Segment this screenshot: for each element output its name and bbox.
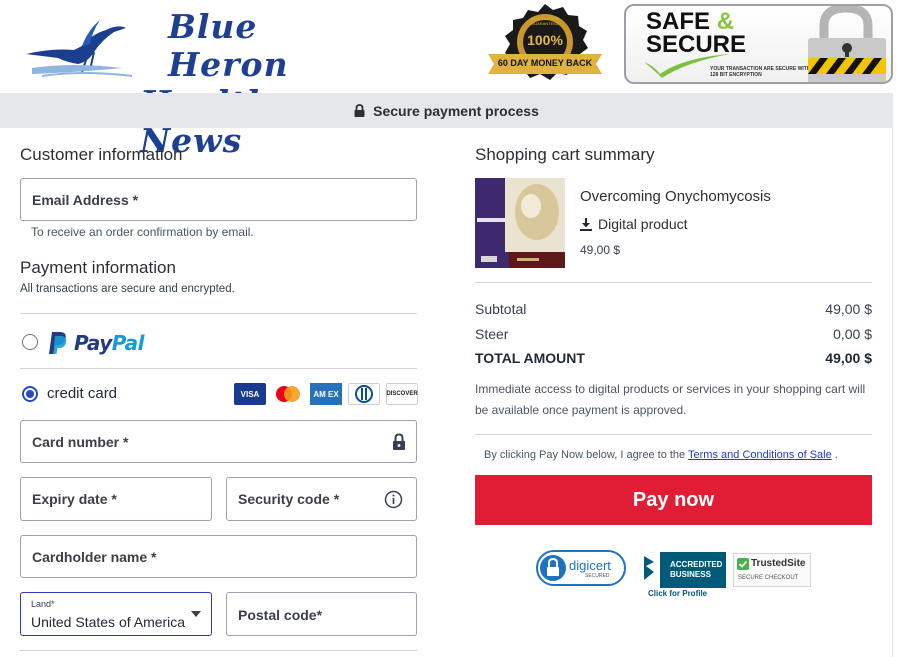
site-header: Blue Heron Health News 100% SATISFACTION… [0, 0, 897, 160]
bbb-profile-link[interactable]: Click for Profile [648, 589, 707, 598]
payment-info-title: Payment information [20, 258, 176, 277]
trustedsite-label: TrustedSite [751, 558, 806, 569]
bbb-accredited-seal[interactable]: ACCREDITED BUSINESS Click for Profile [635, 551, 727, 600]
credit-card-radio[interactable] [22, 386, 38, 402]
country-value: United States of America [31, 614, 185, 630]
subtotal-amount: 49,00 $ [825, 301, 872, 317]
cardholder-label: Cardholder name * [32, 549, 157, 565]
subtotal-label: Subtotal [475, 301, 527, 317]
card-number-field[interactable]: Card number * [20, 420, 417, 463]
trustedsite-sub: SECURE CHECKOUT [738, 575, 799, 581]
safe-secure-badge: SAFE & SECURE YOUR TRANSACTION ARE SECUR… [624, 4, 893, 84]
product-type: Digital product [580, 216, 688, 232]
paypal-wordmark: PayPal [74, 331, 145, 355]
postal-code-field[interactable]: Postal code* [226, 592, 417, 636]
terms-suffix: . [834, 449, 838, 461]
visa-icon: VISA [234, 383, 266, 405]
divider [20, 650, 417, 651]
card-brand-logos: VISA AM EX DISCOVER [234, 383, 418, 405]
check-icon [737, 558, 749, 570]
padlock-icon [808, 6, 886, 82]
mastercard-icon [272, 383, 304, 405]
digicert-sub: SECURED [585, 573, 610, 579]
product-price: 49,00 $ [580, 243, 621, 257]
tax-row: Steer 0,00 $ [475, 326, 872, 342]
safe-secure-title: SAFE & SECURE [646, 10, 746, 57]
expiry-date-field[interactable]: Expiry date * [20, 477, 212, 521]
guarantee-percent: 100% [527, 32, 563, 48]
info-icon[interactable] [384, 490, 403, 509]
email-label: Email Address * [32, 192, 139, 208]
guarantee-top-text: SATISFACTION GUARANTEED [530, 16, 560, 26]
country-select[interactable]: Land* United States of America [20, 592, 212, 636]
diners-club-icon [348, 383, 380, 405]
tax-label: Steer [475, 326, 509, 342]
product-type-label: Digital product [598, 216, 688, 232]
svg-text:AM EX: AM EX [313, 390, 339, 399]
payment-subtitle: All transactions are secure and encrypte… [20, 283, 235, 295]
total-row: TOTAL AMOUNT 49,00 $ [475, 350, 872, 366]
terms-prefix: By clicking Pay Now below, I agree to th… [484, 449, 686, 461]
paypal-pay: Pay [74, 331, 112, 355]
product-title: Overcoming Onychomycosis [580, 188, 771, 205]
lock-icon [354, 104, 365, 117]
divider [20, 368, 417, 369]
download-icon [580, 217, 592, 231]
terms-text: By clicking Pay Now below, I agree to th… [484, 449, 838, 461]
cardholder-name-field[interactable]: Cardholder name * [20, 535, 417, 578]
paypal-logo[interactable]: PayPal [48, 331, 145, 355]
paypal-pal: Pal [111, 331, 145, 355]
bbb-line-2: BUSINESS [670, 570, 711, 579]
product-thumbnail[interactable] [475, 178, 565, 268]
chevron-down-icon [191, 611, 201, 617]
digicert-label: digicert [569, 558, 611, 573]
country-label: Land* [31, 599, 55, 609]
logo-line-1: Blue Heron [168, 7, 289, 84]
subtotal-row: Subtotal 49,00 $ [475, 301, 872, 317]
access-notice: Immediate access to digital products or … [475, 382, 866, 417]
divider [20, 313, 417, 314]
heron-icon [26, 20, 133, 77]
paypal-radio[interactable] [22, 334, 38, 350]
customer-info-title: Customer information [20, 145, 183, 164]
divider [475, 282, 872, 283]
card-number-label: Card number * [32, 434, 129, 450]
amex-icon: AM EX [310, 383, 342, 405]
paypal-icon [49, 332, 67, 354]
cart-summary-title: Shopping cart summary [475, 145, 655, 164]
pay-now-button[interactable]: Pay now [475, 475, 872, 525]
total-label: TOTAL AMOUNT [475, 350, 585, 366]
security-code-field[interactable]: Security code * [226, 477, 417, 521]
total-amount: 49,00 $ [825, 350, 872, 366]
postal-code-label: Postal code* [238, 607, 323, 623]
guarantee-bottom-text: 60 DAY MONEY BACK [497, 58, 593, 68]
digicert-seal[interactable]: digicert SECURED [533, 548, 629, 588]
credit-card-label[interactable]: credit card [47, 385, 117, 402]
lock-icon [393, 433, 405, 450]
discover-icon: DISCOVER [386, 383, 418, 405]
secure-banner-text: Secure payment process [373, 102, 539, 119]
email-field[interactable]: Email Address * [20, 178, 417, 221]
expiry-label: Expiry date * [32, 491, 117, 507]
money-back-guarantee-badge: 100% SATISFACTION GUARANTEED 60 DAY MONE… [478, 2, 612, 90]
blue-heron-logo[interactable]: Blue Heron Health News [22, 6, 362, 160]
secure-payment-banner: Secure payment process [0, 93, 893, 128]
trustedsite-seal[interactable]: TrustedSite SECURE CHECKOUT [733, 553, 811, 587]
divider [475, 434, 872, 435]
email-helper-text: To receive an order confirmation by emai… [31, 225, 254, 239]
bbb-line-1: ACCREDITED [670, 560, 723, 569]
tax-amount: 0,00 $ [833, 326, 872, 342]
security-code-label: Security code * [238, 491, 340, 507]
terms-link[interactable]: Terms and Conditions of Sale [688, 449, 832, 461]
